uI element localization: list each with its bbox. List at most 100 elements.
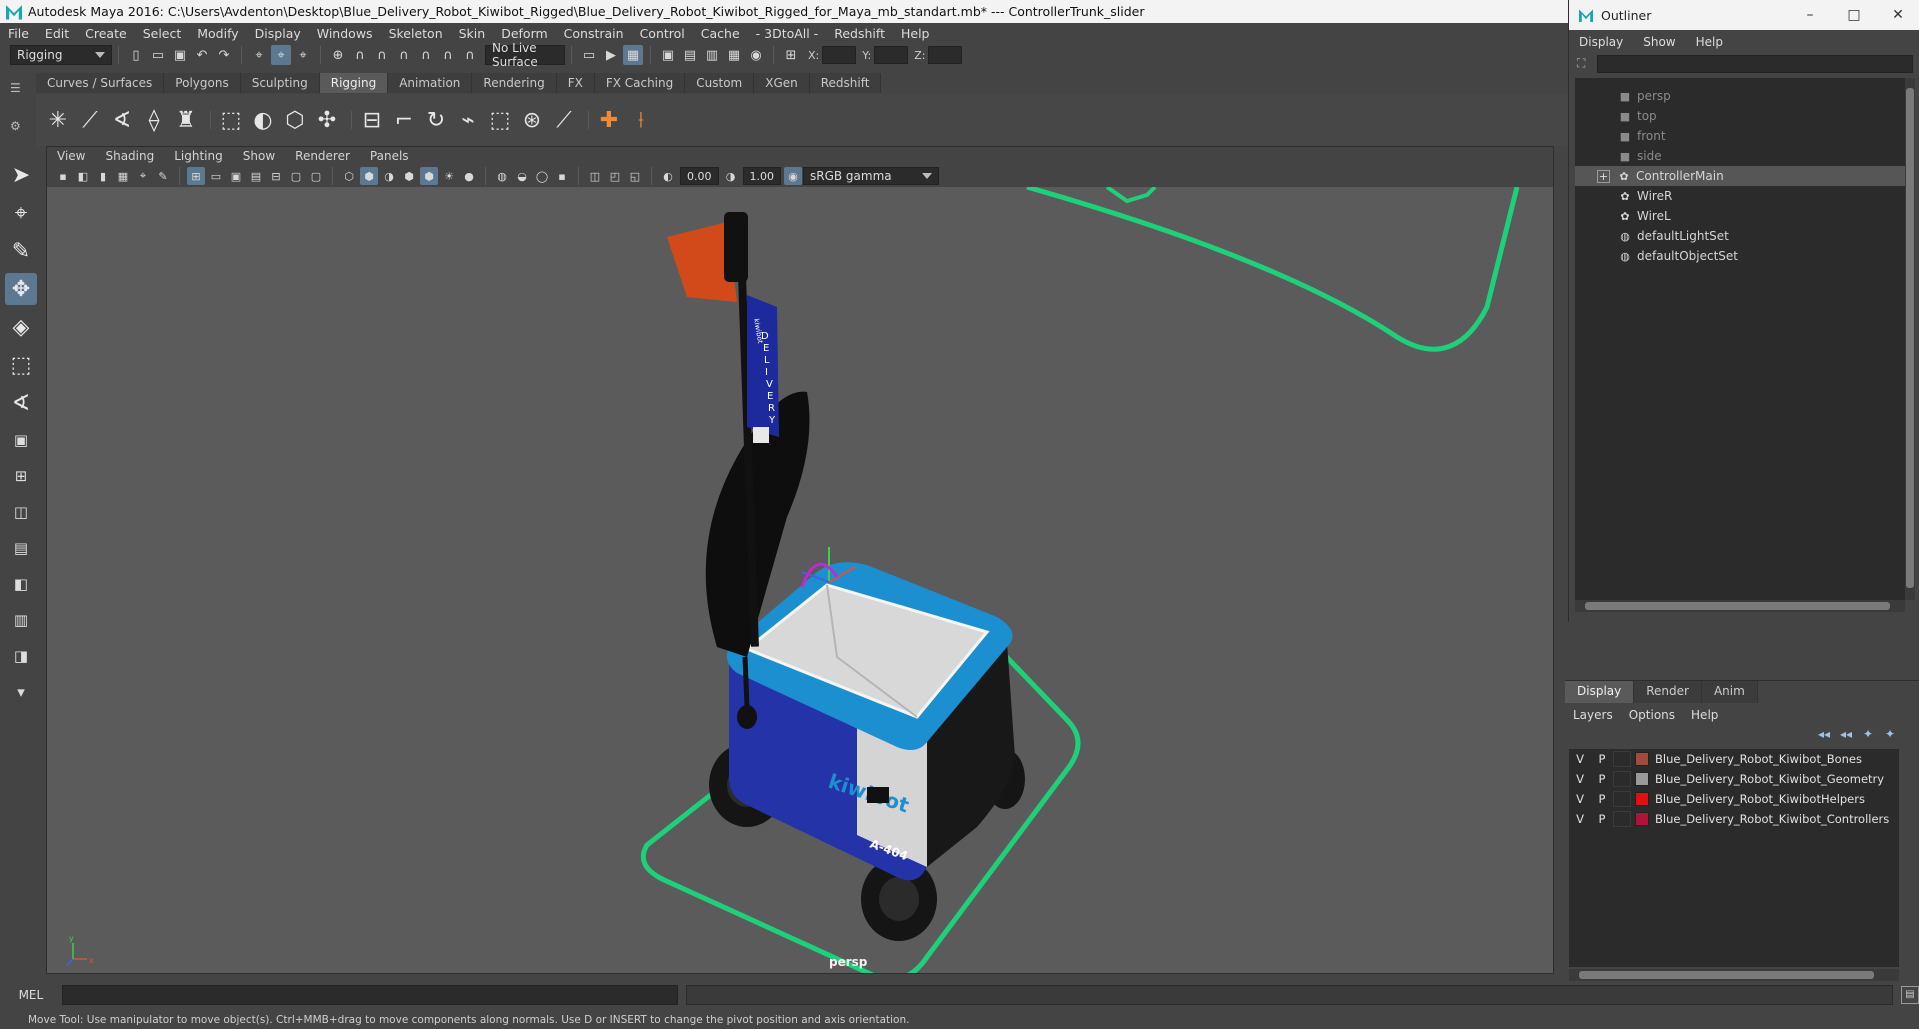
outliner-vertical-scrollbar[interactable] (1905, 78, 1915, 600)
rotate-tool-icon[interactable]: ◈ (5, 311, 37, 343)
image-plane-icon[interactable]: ▦ (114, 167, 132, 185)
snap-view-plane-icon[interactable]: ∩ (394, 45, 414, 65)
insert-joint-icon[interactable]: ⟠ (140, 106, 168, 134)
layer-color-swatch[interactable] (1635, 812, 1649, 826)
menu-redshift[interactable]: Redshift (826, 26, 893, 41)
tab-polygons[interactable]: Polygons (164, 73, 241, 93)
outliner-item-front[interactable]: ■ front (1575, 126, 1905, 146)
layer-display-type[interactable] (1613, 791, 1631, 807)
lattice-icon[interactable]: ⬡ (281, 106, 309, 134)
outliner-item-defaultlightset[interactable]: ◍ defaultLightSet (1575, 226, 1905, 246)
layer-horizontal-scrollbar[interactable] (1569, 969, 1899, 981)
four-view-layout-icon[interactable]: ⊞ (6, 461, 36, 491)
outliner-item-wirel[interactable]: ✿ WireL (1575, 206, 1905, 226)
move-tool-icon[interactable]: ✥ (5, 273, 37, 305)
point-constraint-icon[interactable]: ✚ (595, 106, 623, 134)
transform-mode-icon[interactable]: ⊞ (781, 45, 801, 65)
anti-aliasing-icon[interactable]: ◒ (513, 167, 531, 185)
wrap-icon[interactable]: ✣ (313, 106, 341, 134)
viewport-scene[interactable]: kiwibot A-404 kiwibot D E L I V E R Y x … (47, 187, 1553, 973)
ipr-render-icon[interactable]: ▥ (702, 45, 722, 65)
scrollbar-thumb[interactable] (1906, 88, 1914, 588)
color-management-icon[interactable]: ◉ (784, 167, 802, 185)
gate-mask-icon[interactable]: ▤ (247, 167, 265, 185)
depth-of-field-icon[interactable]: ◯ (533, 167, 551, 185)
layer-playback-toggle[interactable]: P (1591, 752, 1613, 766)
safe-action-icon[interactable]: ▢ (287, 167, 305, 185)
layer-visibility-toggle[interactable]: V (1569, 772, 1591, 786)
wire-controller-curve[interactable] (1026, 187, 1520, 352)
snap-curve-icon[interactable]: ∩ (350, 45, 370, 65)
vp-menu-renderer[interactable]: Renderer (285, 149, 360, 163)
xray-icon[interactable]: ◫ (586, 167, 604, 185)
gamma-field[interactable]: 1.00 (742, 167, 781, 185)
layer-playback-toggle[interactable]: P (1591, 792, 1613, 806)
menu-display[interactable]: Display (247, 26, 309, 41)
new-scene-icon[interactable]: ▯ (126, 45, 146, 65)
viewport-panel[interactable]: View Shading Lighting Show Renderer Pane… (46, 146, 1554, 974)
tab-xgen[interactable]: XGen (754, 73, 810, 93)
layer-display-type[interactable] (1613, 811, 1631, 827)
scrollbar-thumb[interactable] (1579, 971, 1874, 979)
grid-icon[interactable]: ⊞ (187, 167, 205, 185)
resolution-gate-icon[interactable]: ▣ (227, 167, 245, 185)
render-view-icon[interactable]: ▣ (658, 45, 678, 65)
vp-menu-shading[interactable]: Shading (95, 149, 164, 163)
layer-playback-toggle[interactable]: P (1591, 812, 1613, 826)
outliner-item-defaultobjectset[interactable]: ◍ defaultObjectSet (1575, 246, 1905, 266)
save-scene-icon[interactable]: ▣ (170, 45, 190, 65)
layer-row-bones[interactable]: V P Blue_Delivery_Robot_Kiwibot_Bones (1569, 749, 1899, 769)
tab-animation[interactable]: Animation (388, 73, 473, 93)
detach-skin-icon[interactable]: ⬚ (486, 106, 514, 134)
maximize-icon[interactable]: □ (1832, 7, 1876, 23)
shelf-settings-icon[interactable]: ⚙ (10, 119, 21, 133)
field-chart-icon[interactable]: ⊟ (267, 167, 285, 185)
menu-control[interactable]: Control (632, 26, 693, 41)
layer-display-type[interactable] (1613, 751, 1631, 767)
xray-joints-icon[interactable]: ◰ (606, 167, 624, 185)
color-space-dropdown[interactable]: sRGB gamma (803, 167, 939, 185)
select-component-icon[interactable]: ⌖ (293, 45, 313, 65)
use-lights-icon[interactable]: ⬢ (420, 167, 438, 185)
layer-color-swatch[interactable] (1635, 792, 1649, 806)
select-tool-icon[interactable]: ➤ (5, 159, 37, 191)
snap-live-icon[interactable]: ∩ (438, 45, 458, 65)
layouts-menu-icon[interactable]: ▾ (6, 677, 36, 707)
menu-modify[interactable]: Modify (189, 26, 246, 41)
humanik-icon[interactable]: ♜ (172, 106, 200, 134)
paint-select-icon[interactable]: ✎ (5, 235, 37, 267)
layer-visibility-toggle[interactable]: V (1569, 812, 1591, 826)
persp-outliner-layout-icon[interactable]: ◨ (6, 641, 36, 671)
vp-menu-lighting[interactable]: Lighting (164, 149, 233, 163)
film-gate-icon[interactable]: ▭ (207, 167, 225, 185)
menu-file[interactable]: File (0, 26, 37, 41)
create-layer-from-selected-icon[interactable]: ✦ (1879, 727, 1901, 741)
close-icon[interactable]: ✕ (1876, 7, 1919, 23)
grease-pencil-icon[interactable]: ✎ (154, 167, 172, 185)
layer-color-swatch[interactable] (1635, 772, 1649, 786)
outliner-menu-show[interactable]: Show (1633, 35, 1685, 49)
joint-tool-icon[interactable]: ✳ (44, 106, 72, 134)
render-settings-icon[interactable]: ▦ (623, 45, 643, 65)
ik-handle-icon[interactable]: ⟋ (76, 106, 104, 134)
filter-icon[interactable]: ⛶ (1577, 56, 1585, 71)
outliner-item-top[interactable]: ■ top (1575, 106, 1905, 126)
ik-spline-icon[interactable]: ∢ (108, 106, 136, 134)
tab-rendering[interactable]: Rendering (472, 73, 557, 93)
snap-surface-icon[interactable]: ∩ (416, 45, 436, 65)
layer-menu-layers[interactable]: Layers (1565, 708, 1621, 722)
bind-skin-icon[interactable]: ⊟ (358, 106, 386, 134)
outliner-horizontal-scrollbar[interactable] (1575, 600, 1905, 612)
outliner-layout-icon[interactable]: ▤ (6, 533, 36, 563)
menu-create[interactable]: Create (77, 26, 135, 41)
layer-display-type[interactable] (1613, 771, 1631, 787)
menu-windows[interactable]: Windows (309, 26, 381, 41)
orient-constraint-icon[interactable]: ⟊ (627, 106, 655, 134)
layer-row-geometry[interactable]: V P Blue_Delivery_Robot_Kiwibot_Geometry (1569, 769, 1899, 789)
exposure-icon[interactable]: ◐ (659, 167, 677, 185)
construction-history-icon[interactable]: ▭ (579, 45, 599, 65)
outliner-menu-display[interactable]: Display (1569, 35, 1633, 49)
move-layer-down-icon[interactable]: ◂◂ (1835, 727, 1857, 741)
smooth-shade-icon[interactable]: ⬢ (360, 167, 378, 185)
layer-playback-toggle[interactable]: P (1591, 772, 1613, 786)
